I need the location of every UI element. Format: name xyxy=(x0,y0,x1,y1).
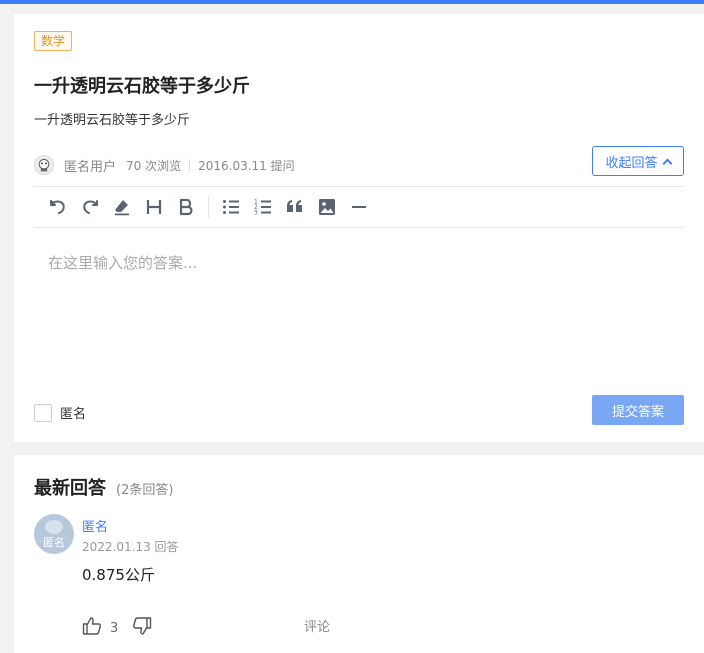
answer-actions: 3 xyxy=(82,616,152,640)
answer-content: 0.875公斤 xyxy=(82,566,155,584)
answer-editor[interactable] xyxy=(34,228,684,388)
question-card: 数学 一升透明云石胶等于多少斤 一升透明云石胶等于多少斤 匿名用户 70 次浏览… xyxy=(14,14,704,442)
comment-link[interactable]: 评论 xyxy=(304,616,330,635)
top-accent-bar xyxy=(0,0,704,4)
question-title: 一升透明云石胶等于多少斤 xyxy=(34,76,250,97)
thumbs-up-icon[interactable] xyxy=(82,616,102,640)
numbered-list-icon[interactable]: 123 xyxy=(247,192,279,222)
svg-text:3: 3 xyxy=(254,210,258,217)
answers-count: (2条回答) xyxy=(116,483,174,498)
answers-title: 最新回答 xyxy=(34,478,106,499)
collapse-answer-button[interactable]: 收起回答 xyxy=(592,146,684,176)
meta-divider xyxy=(189,159,191,171)
avatar-shape xyxy=(45,520,63,534)
eraser-icon[interactable] xyxy=(106,192,138,222)
user-avatar-icon xyxy=(34,155,54,175)
undo-icon[interactable] xyxy=(42,192,74,222)
image-icon[interactable] xyxy=(311,192,343,222)
question-description: 一升透明云石胶等于多少斤 xyxy=(34,113,191,128)
answers-card: 最新回答 (2条回答) 匿名 匿名 2022.01.13 回答 0.875公斤 … xyxy=(14,455,704,653)
like-count: 3 xyxy=(110,620,119,636)
horizontal-rule-icon[interactable] xyxy=(343,192,375,222)
question-meta: 匿名用户 70 次浏览 2016.03.11 提问 xyxy=(34,154,295,176)
editor-toolbar: 123 xyxy=(34,186,684,228)
quote-icon[interactable] xyxy=(279,192,311,222)
bold-icon[interactable] xyxy=(170,192,202,222)
thumbs-down-icon[interactable] xyxy=(132,616,152,640)
chevron-up-icon xyxy=(662,158,672,168)
answer-author[interactable]: 匿名 xyxy=(82,516,108,535)
ask-date: 2016.03.11 提问 xyxy=(198,158,295,173)
anonymous-label: 匿名 xyxy=(60,407,87,422)
checkbox-box[interactable] xyxy=(34,403,52,422)
answer-date: 2022.01.13 回答 xyxy=(82,540,179,554)
toolbar-divider xyxy=(208,196,209,218)
anonymous-checkbox[interactable]: 匿名 xyxy=(34,403,86,422)
collapse-answer-label: 收起回答 xyxy=(605,155,658,171)
heading-icon[interactable] xyxy=(138,192,170,222)
answers-header: 最新回答 (2条回答) xyxy=(34,474,173,500)
avatar[interactable]: 匿名 xyxy=(34,514,74,554)
avatar-text: 匿名 xyxy=(43,536,65,549)
author-name[interactable]: 匿名用户 xyxy=(64,156,116,175)
redo-icon[interactable] xyxy=(74,192,106,222)
view-count: 70 次浏览 xyxy=(126,158,182,173)
submit-answer-button[interactable]: 提交答案 xyxy=(592,395,684,425)
category-tag[interactable]: 数学 xyxy=(34,31,73,51)
bullet-list-icon[interactable] xyxy=(215,192,247,222)
